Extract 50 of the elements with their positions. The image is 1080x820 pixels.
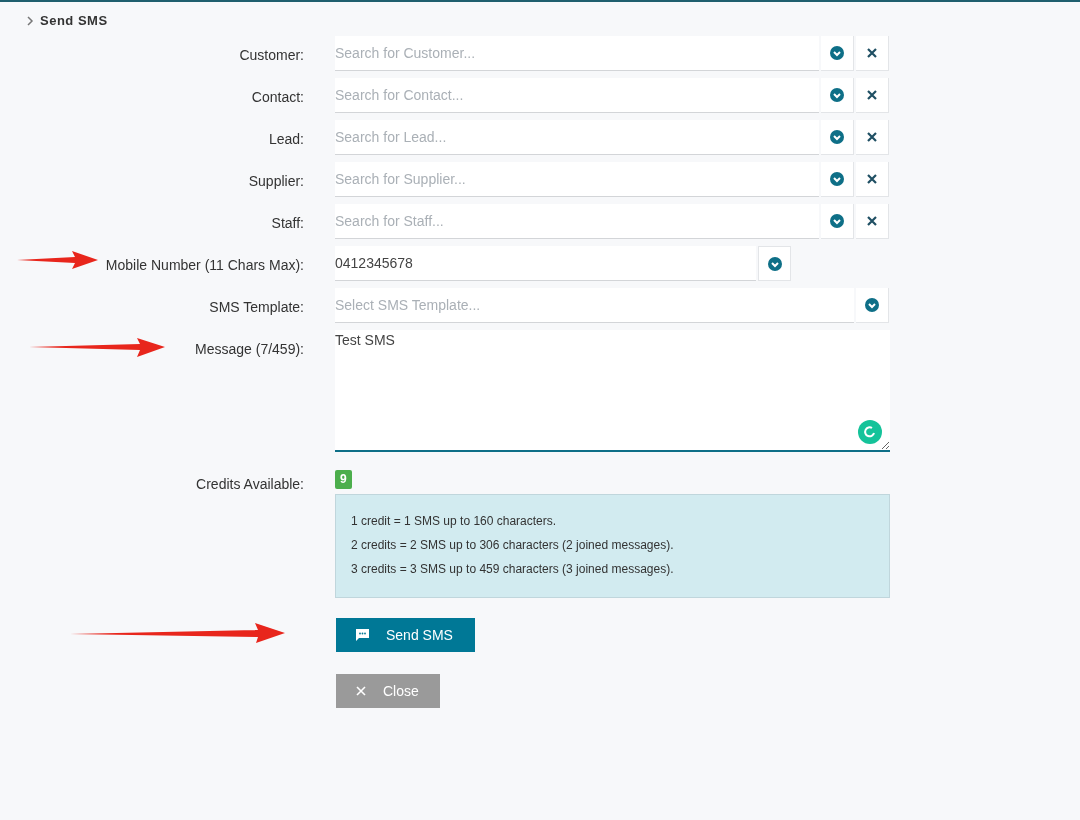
dropdown-button[interactable]	[821, 36, 854, 71]
chat-icon	[356, 629, 369, 641]
close-icon	[867, 132, 877, 142]
field-label: Staff:	[271, 214, 304, 233]
section-title: Send SMS	[40, 12, 108, 31]
field-label: Contact:	[251, 88, 304, 107]
field-label: Credits Available:	[196, 475, 304, 494]
dropdown-button[interactable]	[856, 288, 889, 323]
search-field[interactable]: Search for Supplier...	[335, 162, 819, 197]
close-icon	[867, 174, 877, 184]
message-field[interactable]: Test SMS	[335, 330, 890, 452]
field-label: Supplier:	[248, 172, 304, 191]
select-field[interactable]: Select SMS Template...	[335, 288, 854, 323]
dropdown-icon	[865, 298, 879, 312]
info-text: 1 credit = 1 SMS up to 160 characters.	[351, 514, 558, 529]
field-label: Mobile Number (11 Chars Max):	[105, 256, 304, 275]
dropdown-icon	[830, 46, 844, 60]
credit-count-badge: 9	[335, 470, 352, 489]
clear-button[interactable]	[856, 78, 889, 113]
info-text: 3 credits = 3 SMS up to 459 characters (3 joined messages).	[351, 562, 675, 577]
dropdown-button[interactable]	[821, 204, 854, 239]
field-label: Message (7/459):	[195, 340, 304, 359]
send-button[interactable]: Send SMS	[336, 618, 475, 652]
close-icon	[867, 216, 877, 226]
clear-button[interactable]	[856, 204, 889, 239]
clear-button[interactable]	[856, 120, 889, 155]
clear-button[interactable]	[856, 162, 889, 197]
field-label: SMS Template:	[209, 298, 304, 317]
field-label: Lead:	[268, 130, 304, 149]
dropdown-icon	[830, 88, 844, 102]
search-field[interactable]: Search for Lead...	[335, 120, 819, 155]
close-icon	[867, 48, 877, 58]
input-field[interactable]: 0412345678	[335, 246, 756, 281]
close-icon	[356, 686, 366, 696]
field-label: Customer:	[239, 46, 304, 65]
dropdown-icon	[830, 214, 844, 228]
search-field[interactable]: Search for Contact...	[335, 78, 819, 113]
dropdown-button[interactable]	[821, 162, 854, 197]
close-icon	[867, 90, 877, 100]
dropdown-icon	[767, 256, 782, 271]
clear-button[interactable]	[856, 36, 889, 71]
search-field[interactable]: Search for Staff...	[335, 204, 819, 239]
search-field[interactable]: Search for Customer...	[335, 36, 819, 71]
dropdown-button[interactable]	[758, 246, 791, 281]
dropdown-button[interactable]	[821, 120, 854, 155]
dropdown-icon	[830, 130, 844, 144]
dropdown-button[interactable]	[821, 78, 854, 113]
dropdown-icon	[830, 172, 844, 186]
chevron-right-icon	[26, 16, 34, 26]
info-text: 2 credits = 2 SMS up to 306 characters (2 joined messages).	[351, 538, 675, 553]
